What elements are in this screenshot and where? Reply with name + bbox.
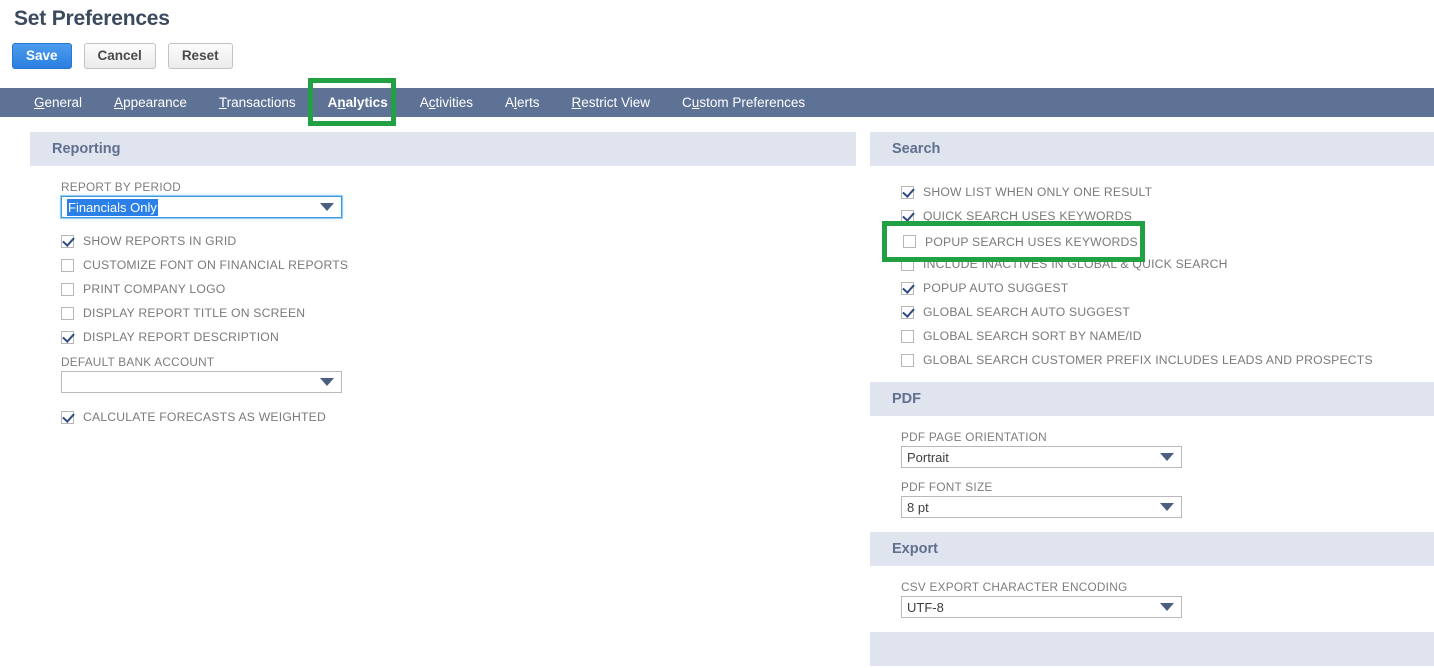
pdf-font-size-select[interactable]: 8 pt (901, 496, 1182, 518)
set-preferences-page: Set Preferences Save Cancel Reset Genera… (0, 0, 1434, 668)
cancel-button[interactable]: Cancel (83, 43, 156, 69)
checkbox-show-list-when-only-one-result[interactable] (901, 185, 914, 199)
checkbox-label: PRINT COMPANY LOGO (83, 282, 226, 296)
checkbox-row-customize-font-on-financial-reports[interactable]: CUSTOMIZE FONT ON FINANCIAL REPORTS (30, 253, 856, 277)
csv-export-character-encoding-select[interactable]: UTF-8 (901, 596, 1182, 618)
pdf-page-orientation-select[interactable]: Portrait (901, 446, 1182, 468)
checkbox-show-reports-in-grid[interactable] (61, 234, 74, 248)
report-by-period-field: REPORT BY PERIOD Financials Only (30, 180, 856, 218)
pdf-font-size-field: PDF FONT SIZE 8 pt (870, 480, 1434, 518)
chevron-down-icon (1160, 503, 1174, 511)
pdf-font-size-value: 8 pt (907, 499, 929, 515)
export-section-header: Export (870, 532, 1434, 566)
preferences-tabbar: General Appearance Transactions Analytic… (0, 88, 1434, 117)
tab-general[interactable]: General (18, 88, 98, 117)
checkbox-row-global-search-customer-prefix[interactable]: GLOBAL SEARCH CUSTOMER PREFIX INCLUDES L… (870, 348, 1434, 372)
next-section-header-partial (870, 632, 1434, 666)
chevron-down-icon (320, 203, 334, 211)
save-button[interactable]: Save (12, 43, 72, 69)
tab-general-label-rest: eneral (44, 95, 83, 110)
chevron-down-icon (1160, 603, 1174, 611)
tab-custom-preferences[interactable]: Custom Preferences (666, 88, 821, 117)
checkbox-popup-search-uses-keywords-highlighted[interactable] (903, 235, 916, 248)
checkbox-row-global-search-sort-by-name-id[interactable]: GLOBAL SEARCH SORT BY NAME/ID (870, 324, 1434, 348)
reset-button[interactable]: Reset (167, 43, 233, 69)
checkbox-label: DISPLAY REPORT DESCRIPTION (83, 330, 279, 344)
action-button-row: Save Cancel Reset (12, 43, 233, 69)
page-title: Set Preferences (14, 7, 170, 30)
checkbox-label: CALCULATE FORECASTS AS WEIGHTED (83, 410, 326, 424)
checkbox-row-display-report-description[interactable]: DISPLAY REPORT DESCRIPTION (30, 325, 856, 349)
checkbox-customize-font-on-financial-reports[interactable] (61, 258, 74, 272)
checkbox-row-print-company-logo[interactable]: PRINT COMPANY LOGO (30, 277, 856, 301)
tab-appearance[interactable]: Appearance (98, 88, 203, 117)
pdf-page-orientation-label: PDF PAGE ORIENTATION (901, 430, 1047, 444)
right-column: Search SHOW LIST WHEN ONLY ONE RESULT QU… (870, 132, 1434, 666)
checkbox-print-company-logo[interactable] (61, 282, 74, 296)
checkbox-row-display-report-title-on-screen[interactable]: DISPLAY REPORT TITLE ON SCREEN (30, 301, 856, 325)
checkbox-display-report-title-on-screen[interactable] (61, 306, 74, 320)
csv-export-character-encoding-label: CSV EXPORT CHARACTER ENCODING (901, 580, 1128, 594)
checkbox-label: DISPLAY REPORT TITLE ON SCREEN (83, 306, 306, 320)
export-section-body: CSV EXPORT CHARACTER ENCODING UTF-8 (870, 566, 1434, 632)
annotation-popup-row-content: POPUP SEARCH USES KEYWORDS (882, 221, 1145, 262)
report-by-period-select[interactable]: Financials Only (61, 196, 342, 218)
pdf-font-size-label: PDF FONT SIZE (901, 480, 993, 494)
chevron-down-icon (1160, 453, 1174, 461)
pdf-page-orientation-field: PDF PAGE ORIENTATION Portrait (870, 430, 1434, 468)
tab-alerts[interactable]: Alerts (489, 88, 556, 117)
checkbox-row-calculate-forecasts-as-weighted[interactable]: CALCULATE FORECASTS AS WEIGHTED (30, 405, 856, 429)
default-bank-account-label: DEFAULT BANK ACCOUNT (61, 355, 215, 369)
search-section-header: Search (870, 132, 1434, 166)
checkbox-row-show-reports-in-grid[interactable]: SHOW REPORTS IN GRID (30, 229, 856, 253)
checkbox-row-show-list-when-only-one-result[interactable]: SHOW LIST WHEN ONLY ONE RESULT (870, 180, 1434, 204)
pdf-section-header: PDF (870, 382, 1434, 416)
checkbox-label: GLOBAL SEARCH SORT BY NAME/ID (923, 329, 1142, 343)
search-section-body: SHOW LIST WHEN ONLY ONE RESULT QUICK SEA… (870, 166, 1434, 382)
reporting-panel: Reporting REPORT BY PERIOD Financials On… (30, 132, 856, 439)
report-by-period-value: Financials Only (67, 198, 158, 216)
tab-analytics[interactable]: Analytics (312, 88, 404, 117)
pdf-section-body: PDF PAGE ORIENTATION Portrait PDF FONT S… (870, 416, 1434, 532)
checkbox-label: CUSTOMIZE FONT ON FINANCIAL REPORTS (83, 258, 349, 272)
checkbox-label: SHOW REPORTS IN GRID (83, 234, 237, 248)
csv-export-character-encoding-value: UTF-8 (907, 599, 944, 615)
checkbox-display-report-description[interactable] (61, 330, 74, 344)
checkbox-label: POPUP AUTO SUGGEST (923, 281, 1069, 295)
reporting-section-body: REPORT BY PERIOD Financials Only SHOW RE… (30, 166, 856, 439)
csv-export-character-encoding-field: CSV EXPORT CHARACTER ENCODING UTF-8 (870, 580, 1434, 618)
checkbox-popup-auto-suggest[interactable] (901, 281, 914, 295)
checkbox-global-search-auto-suggest[interactable] (901, 305, 914, 319)
tab-restrict-view[interactable]: Restrict View (556, 88, 667, 117)
default-bank-account-select[interactable] (61, 371, 342, 393)
checkbox-label: GLOBAL SEARCH CUSTOMER PREFIX INCLUDES L… (923, 353, 1373, 367)
pdf-page-orientation-value: Portrait (907, 449, 949, 465)
chevron-down-icon (320, 378, 334, 386)
tab-activities[interactable]: Activities (404, 88, 489, 117)
default-bank-account-field: DEFAULT BANK ACCOUNT (30, 355, 856, 393)
report-by-period-label: REPORT BY PERIOD (61, 180, 182, 194)
reporting-section-header: Reporting (30, 132, 856, 166)
checkbox-calculate-forecasts-as-weighted[interactable] (61, 410, 74, 424)
tab-transactions[interactable]: Transactions (203, 88, 312, 117)
checkbox-label: POPUP SEARCH USES KEYWORDS (925, 234, 1138, 249)
checkbox-global-search-sort-by-name-id[interactable] (901, 329, 914, 343)
checkbox-row-popup-auto-suggest[interactable]: POPUP AUTO SUGGEST (870, 276, 1434, 300)
checkbox-row-global-search-auto-suggest[interactable]: GLOBAL SEARCH AUTO SUGGEST (870, 300, 1434, 324)
checkbox-label: SHOW LIST WHEN ONLY ONE RESULT (923, 185, 1153, 199)
checkbox-global-search-customer-prefix-includes-leads-and-prospects[interactable] (901, 353, 914, 367)
checkbox-label: GLOBAL SEARCH AUTO SUGGEST (923, 305, 1131, 319)
